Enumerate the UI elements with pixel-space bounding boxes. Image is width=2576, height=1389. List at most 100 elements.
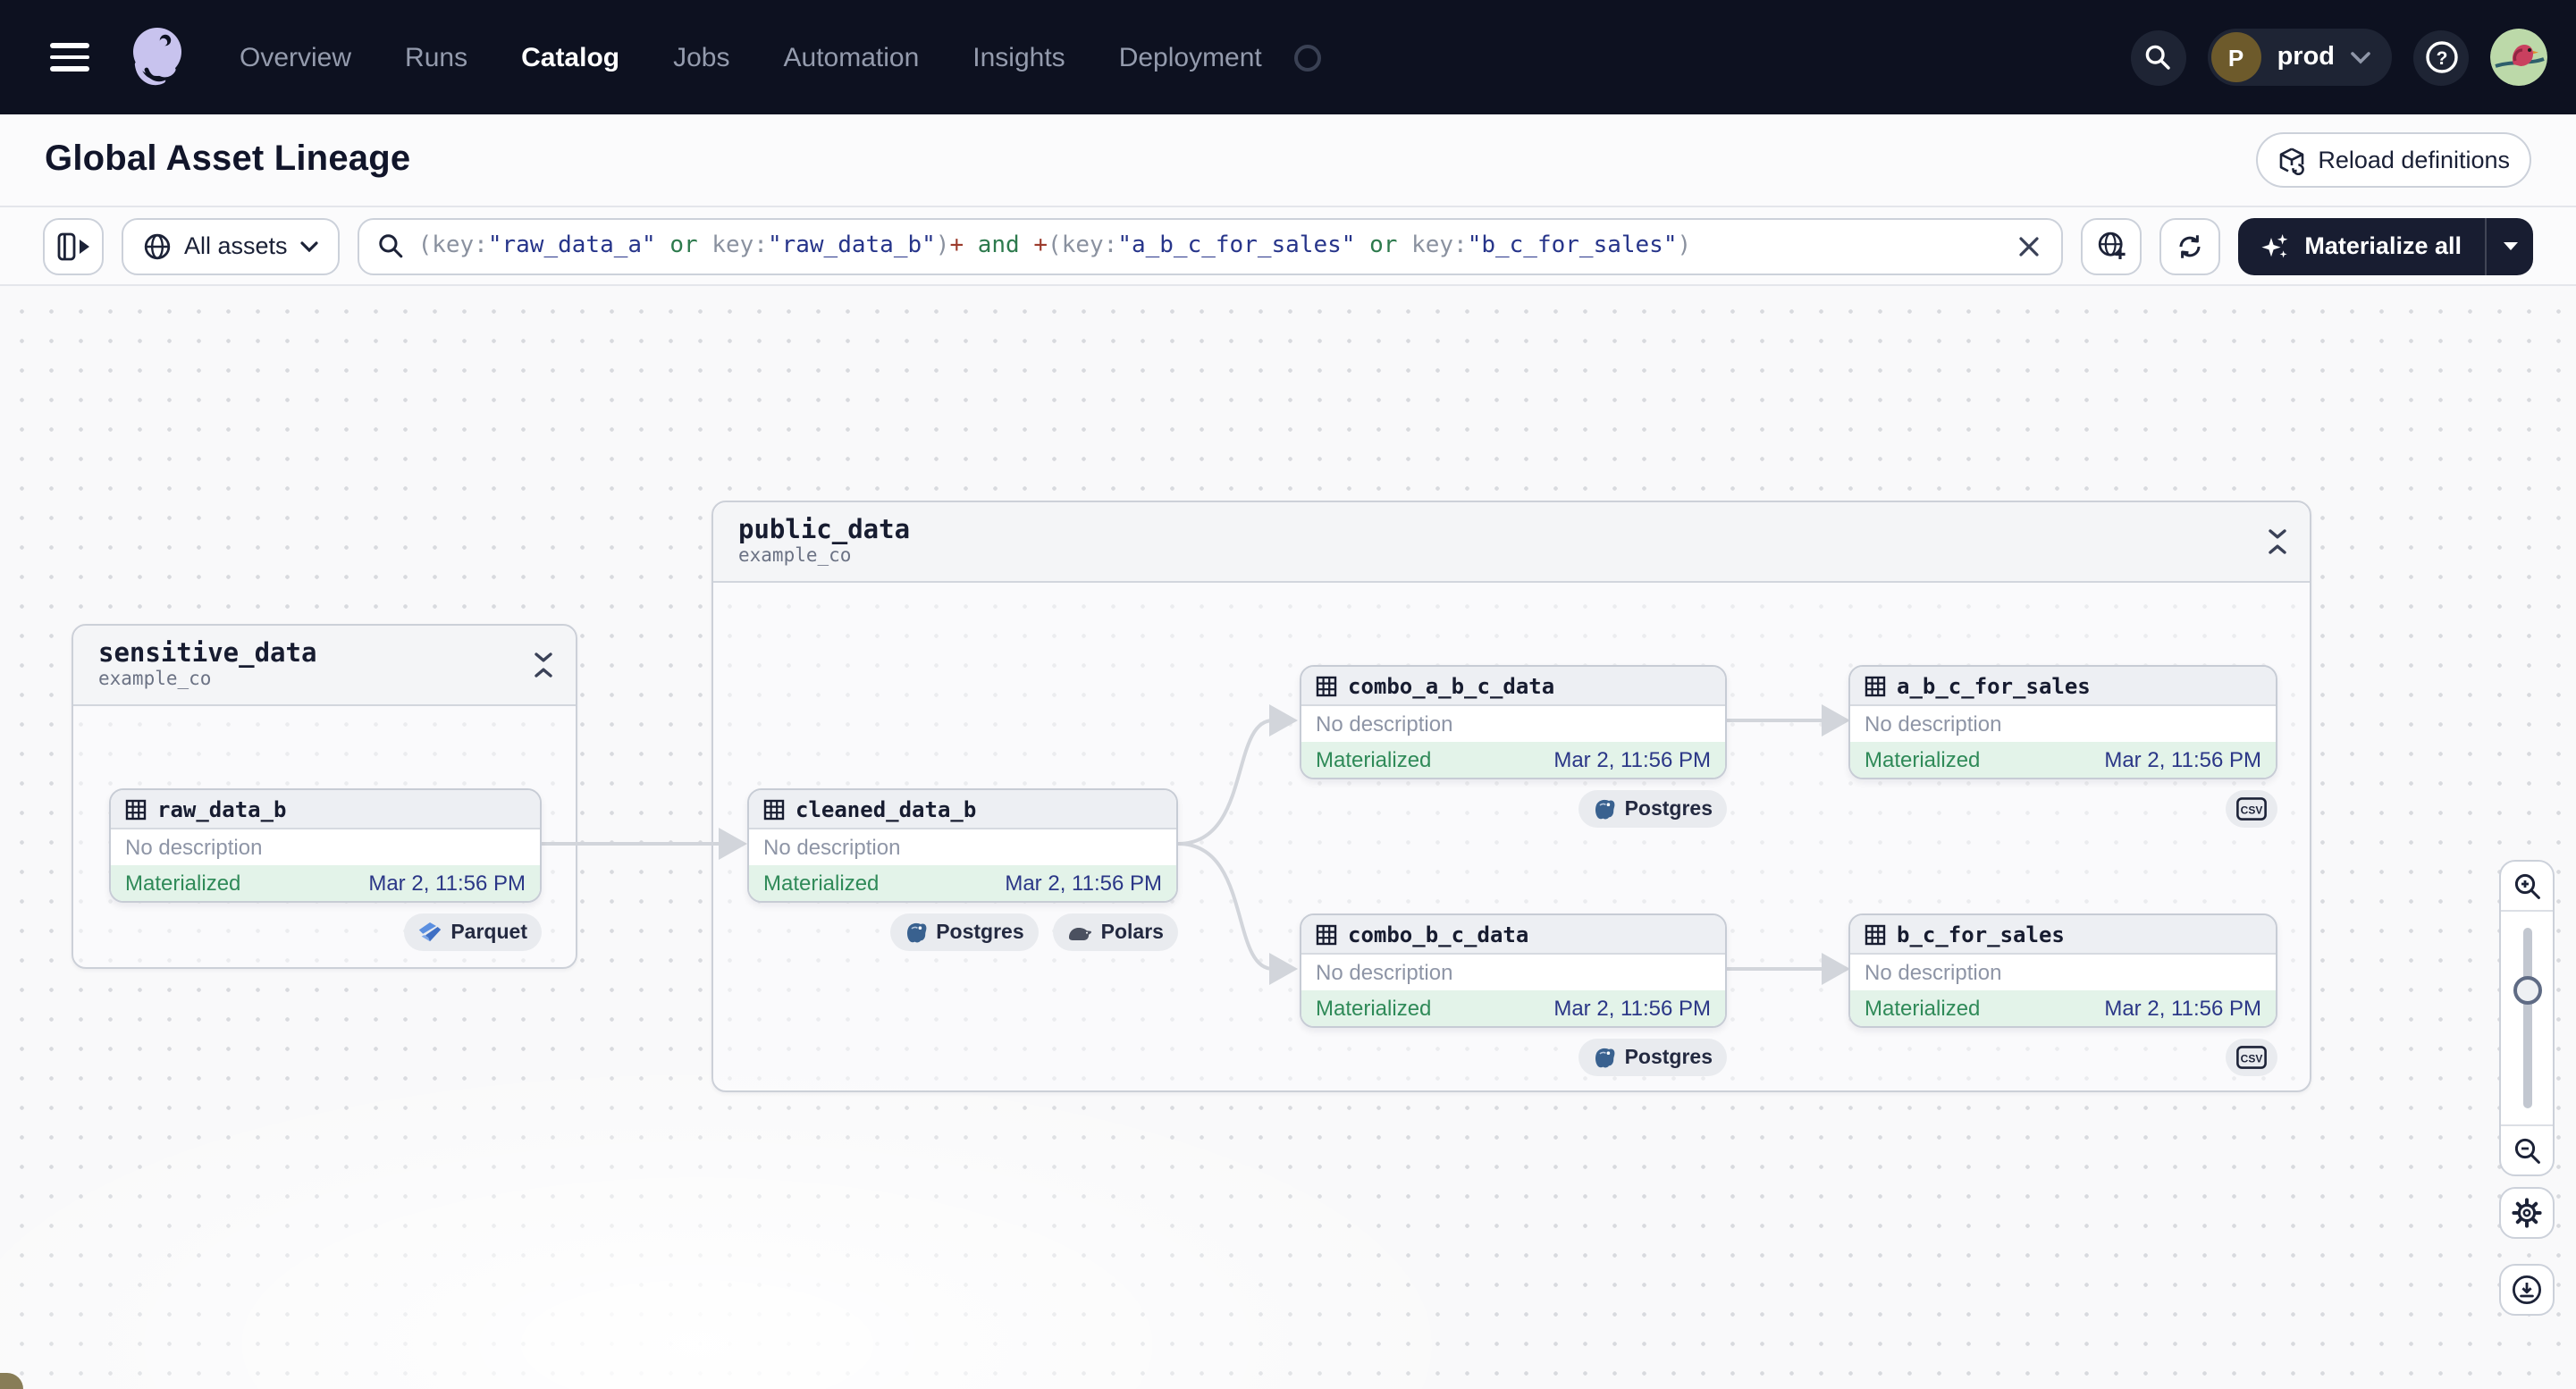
asset-name: combo_a_b_c_data bbox=[1348, 673, 1555, 698]
asset-graph-scope-button[interactable] bbox=[2081, 217, 2142, 274]
zoom-controls bbox=[2499, 860, 2555, 1176]
collapse-group-icon[interactable] bbox=[2267, 529, 2288, 554]
table-icon bbox=[1865, 923, 1886, 945]
globe-icon bbox=[144, 232, 171, 259]
group-location: example_co bbox=[98, 669, 212, 691]
download-button[interactable] bbox=[2499, 1264, 2555, 1316]
globe-plus-icon bbox=[2098, 232, 2126, 259]
asset-node-combo-a-b-c-data[interactable]: combo_a_b_c_data No description Material… bbox=[1300, 665, 1727, 779]
asset-status-row: Materialized Mar 2, 11:56 PM bbox=[1301, 742, 1725, 778]
tag-csv[interactable]: CSV bbox=[2226, 1039, 2277, 1076]
asset-node-header: raw_data_b bbox=[111, 790, 540, 829]
nav-item-automation[interactable]: Automation bbox=[784, 42, 920, 72]
group-location: example_co bbox=[738, 545, 852, 568]
tag-parquet[interactable]: Parquet bbox=[404, 913, 542, 951]
nav-item-deployment[interactable]: Deployment bbox=[1119, 42, 1262, 72]
chevron-down-icon bbox=[2351, 51, 2370, 63]
asset-node-b-c-for-sales[interactable]: b_c_for_sales No description Materialize… bbox=[1848, 913, 2277, 1028]
zoom-slider-track[interactable] bbox=[2522, 928, 2531, 1108]
tag-polars[interactable]: Polars bbox=[1052, 913, 1178, 951]
refresh-button[interactable] bbox=[2159, 217, 2221, 274]
polars-icon bbox=[1068, 927, 1091, 939]
materialized-label: Materialized bbox=[1865, 996, 1981, 1021]
reload-definitions-button[interactable]: Reload definitions bbox=[2255, 132, 2531, 188]
zoom-slider[interactable] bbox=[2501, 912, 2553, 1124]
asset-tags-a-b-c-for-sales: CSV bbox=[1848, 790, 2277, 828]
group-name: public_data bbox=[738, 516, 911, 545]
nav-item-overview[interactable]: Overview bbox=[240, 42, 351, 72]
lineage-canvas[interactable]: sensitive_data example_co public_data ex… bbox=[0, 286, 2576, 1389]
settings-button[interactable] bbox=[2499, 1187, 2555, 1239]
asset-tags-b-c-for-sales: CSV bbox=[1848, 1039, 2277, 1076]
loading-spinner-icon bbox=[1293, 44, 1321, 71]
clear-search-button[interactable] bbox=[2015, 232, 2043, 260]
caret-down-icon bbox=[2503, 241, 2517, 249]
materialized-timestamp: Mar 2, 11:56 PM bbox=[2104, 747, 2261, 772]
asset-filter-dropdown[interactable]: All assets bbox=[122, 217, 340, 274]
reload-definitions-icon bbox=[2279, 147, 2304, 174]
tag-postgres[interactable]: Postgres bbox=[1578, 1039, 1727, 1076]
materialize-options-dropdown[interactable] bbox=[2485, 217, 2533, 274]
svg-text:CSV: CSV bbox=[2241, 1053, 2263, 1065]
asset-node-cleaned-data-b[interactable]: cleaned_data_b No description Materializ… bbox=[747, 788, 1178, 903]
group-name: sensitive_data bbox=[98, 639, 317, 669]
nav-item-insights[interactable]: Insights bbox=[972, 42, 1065, 72]
parquet-icon bbox=[419, 922, 442, 942]
group-header: public_data example_co bbox=[713, 502, 2310, 583]
collapse-group-icon[interactable] bbox=[533, 652, 554, 678]
zoom-in-icon bbox=[2513, 872, 2539, 898]
expand-panel-button[interactable] bbox=[43, 217, 104, 274]
search-icon bbox=[378, 234, 402, 258]
nav-item-catalog[interactable]: Catalog bbox=[521, 42, 619, 72]
materialized-label: Materialized bbox=[1865, 747, 1981, 772]
tag-label: Postgres bbox=[1624, 798, 1713, 820]
asset-node-combo-b-c-data[interactable]: combo_b_c_data No description Materializ… bbox=[1300, 913, 1727, 1028]
table-icon bbox=[1316, 675, 1337, 696]
materialized-timestamp: Mar 2, 11:56 PM bbox=[1553, 747, 1711, 772]
nav-item-jobs[interactable]: Jobs bbox=[673, 42, 729, 72]
user-avatar[interactable] bbox=[2490, 29, 2547, 86]
search-query-text[interactable]: (key:"raw_data_a" or key:"raw_data_b")+ … bbox=[418, 232, 2001, 259]
asset-name: b_c_for_sales bbox=[1897, 922, 2065, 947]
zoom-slider-handle[interactable] bbox=[2513, 976, 2541, 1005]
materialize-all-main[interactable]: Materialize all bbox=[2238, 217, 2485, 274]
asset-status-row: Materialized Mar 2, 11:56 PM bbox=[749, 865, 1176, 901]
help-button[interactable]: ? bbox=[2413, 29, 2469, 85]
asset-node-raw-data-b[interactable]: raw_data_b No description Materialized M… bbox=[109, 788, 542, 903]
tag-csv[interactable]: CSV bbox=[2226, 790, 2277, 828]
tag-postgres[interactable]: Postgres bbox=[1578, 790, 1727, 828]
search-button[interactable] bbox=[2130, 29, 2186, 85]
asset-name: raw_data_b bbox=[157, 796, 287, 821]
materialized-label: Materialized bbox=[125, 871, 241, 896]
asset-name: a_b_c_for_sales bbox=[1897, 673, 2091, 698]
materialized-label: Materialized bbox=[763, 871, 880, 896]
menu-icon[interactable] bbox=[50, 43, 89, 72]
tag-postgres[interactable]: Postgres bbox=[889, 913, 1039, 951]
asset-search-input[interactable]: (key:"raw_data_a" or key:"raw_data_b")+ … bbox=[357, 217, 2064, 274]
asset-description: No description bbox=[1316, 711, 1453, 737]
nav-item-runs[interactable]: Runs bbox=[405, 42, 467, 72]
postgres-icon bbox=[1595, 1048, 1614, 1068]
zoom-in-button[interactable] bbox=[2501, 862, 2553, 912]
zoom-out-button[interactable] bbox=[2501, 1124, 2553, 1174]
nav-right-cluster: P prod ? bbox=[2130, 29, 2547, 86]
dagster-logo-icon[interactable] bbox=[122, 21, 193, 93]
asset-node-header: a_b_c_for_sales bbox=[1850, 667, 2276, 706]
asset-node-a-b-c-for-sales[interactable]: a_b_c_for_sales No description Materiali… bbox=[1848, 665, 2277, 779]
svg-text:?: ? bbox=[2436, 48, 2447, 69]
tag-label: Postgres bbox=[936, 922, 1024, 943]
asset-node-header: b_c_for_sales bbox=[1850, 915, 2276, 955]
group-header: sensitive_data example_co bbox=[73, 626, 576, 706]
asset-tags-raw-data-b: Parquet bbox=[109, 913, 542, 951]
environment-initial-badge: P bbox=[2210, 32, 2261, 82]
environment-switcher[interactable]: P prod bbox=[2207, 29, 2392, 86]
close-icon bbox=[2019, 236, 2040, 256]
asset-tags-combo-a-b-c-data: Postgres bbox=[1300, 790, 1727, 828]
table-icon bbox=[1865, 675, 1886, 696]
sparkles-icon bbox=[2261, 233, 2288, 257]
postgres-icon bbox=[906, 922, 926, 943]
refresh-icon bbox=[2179, 234, 2201, 257]
materialized-timestamp: Mar 2, 11:56 PM bbox=[1553, 996, 1711, 1021]
materialize-all-button[interactable]: Materialize all bbox=[2238, 217, 2533, 274]
canvas-glow bbox=[0, 1049, 1502, 1389]
